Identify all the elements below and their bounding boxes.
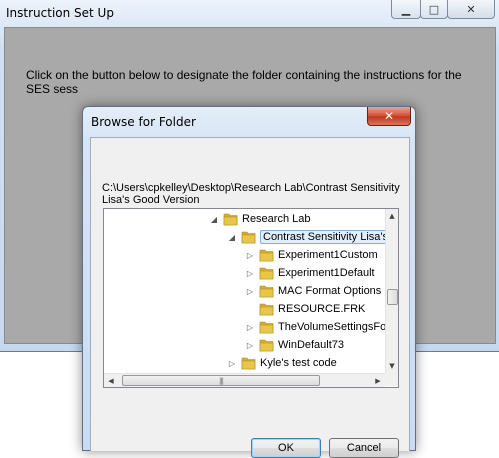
tree-item[interactable]: ▷ Experiment1Default	[244, 264, 375, 282]
expand-arrow-icon[interactable]: ▷	[244, 249, 256, 261]
tree-item[interactable]: RESOURCE.FRK	[244, 300, 365, 318]
collapse-arrow-icon[interactable]: ◢	[226, 231, 238, 243]
tree-item-label: Experiment1Default	[278, 267, 375, 279]
tree-item[interactable]: ◢ Research Lab	[208, 210, 311, 228]
scroll-down-arrow-icon[interactable]: ▼	[386, 359, 398, 373]
tree-item[interactable]: ▷ TheVolumeSettingsFo	[244, 318, 386, 336]
expand-arrow-icon[interactable]: ▷	[226, 357, 238, 369]
tree-item-label: TheVolumeSettingsFo	[278, 321, 387, 333]
expand-arrow-icon[interactable]: ▷	[244, 267, 256, 279]
ok-button[interactable]: OK	[251, 438, 321, 458]
tree-item-label: Research Lab	[242, 213, 311, 225]
folder-icon	[259, 267, 274, 280]
instruction-line-2: SES sess	[26, 82, 79, 96]
tree-item[interactable]: ▷ Kyle's test code	[226, 354, 337, 372]
folder-icon	[259, 321, 274, 334]
instruction-text: Click on the button below to designate t…	[26, 68, 486, 96]
tree-item-label: MAC Format Options	[278, 285, 382, 297]
close-button[interactable]: ✕	[447, 0, 495, 19]
tree-item-label: WinDefault73	[278, 339, 345, 351]
scroll-up-arrow-icon[interactable]: ▲	[386, 209, 398, 223]
scroll-right-arrow-icon[interactable]: ▶	[371, 374, 385, 387]
instruction-line-1: Click on the button below to designate t…	[26, 68, 462, 82]
expand-arrow-icon[interactable]	[244, 303, 256, 315]
window-title: Instruction Set Up	[6, 6, 114, 20]
tree-item-label: Experiment1Custom	[278, 249, 378, 261]
browse-for-folder-dialog: Browse for Folder ✕ C:\Users\cpkelley\De…	[82, 106, 416, 458]
collapse-arrow-icon[interactable]: ◢	[208, 213, 220, 225]
dialog-client-area: C:\Users\cpkelley\Desktop\Research Lab\C…	[90, 137, 410, 458]
horizontal-scroll-thumb[interactable]: |||	[122, 375, 320, 386]
cancel-button[interactable]: Cancel	[329, 438, 399, 458]
dialog-close-button[interactable]: ✕	[367, 107, 411, 126]
tree-item[interactable]: ▷ MAC Format Options	[244, 282, 381, 300]
vertical-scrollbar[interactable]: ▲ ▼	[385, 209, 398, 373]
tree-item[interactable]: ◢ Contrast Sensitivity Lisa's	[226, 228, 391, 246]
scrollbar-corner	[385, 373, 398, 386]
minimize-button[interactable]: ▁	[391, 0, 421, 19]
maximize-button[interactable]: □	[420, 0, 448, 19]
folder-icon	[259, 303, 274, 316]
selected-path-label: C:\Users\cpkelley\Desktop\Research Lab\C…	[102, 182, 400, 206]
folder-icon	[259, 285, 274, 298]
vertical-scroll-thumb[interactable]	[387, 289, 398, 305]
tree-item-label: Contrast Sensitivity Lisa's	[260, 230, 391, 244]
dialog-title: Browse for Folder	[91, 115, 196, 129]
tree-item-label: RESOURCE.FRK	[278, 303, 366, 315]
expand-arrow-icon[interactable]: ▷	[244, 285, 256, 297]
expand-arrow-icon[interactable]: ▷	[244, 321, 256, 333]
folder-icon	[241, 357, 256, 370]
horizontal-scrollbar[interactable]: ◀ ||| ▶	[104, 373, 385, 387]
scroll-left-arrow-icon[interactable]: ◀	[104, 374, 118, 387]
folder-icon	[259, 249, 274, 262]
tree-item[interactable]: ▷ WinDefault73	[244, 336, 344, 354]
folder-icon	[259, 339, 274, 352]
expand-arrow-icon[interactable]: ▷	[244, 339, 256, 351]
tree-item[interactable]: ▷ Experiment1Custom	[244, 246, 378, 264]
tree-item-label: Kyle's test code	[260, 357, 337, 369]
folder-tree[interactable]: ◢ Research Lab ◢ Contrast Sensitivity Lisa'…	[103, 208, 399, 388]
folder-icon	[241, 231, 256, 244]
folder-icon	[223, 213, 238, 226]
